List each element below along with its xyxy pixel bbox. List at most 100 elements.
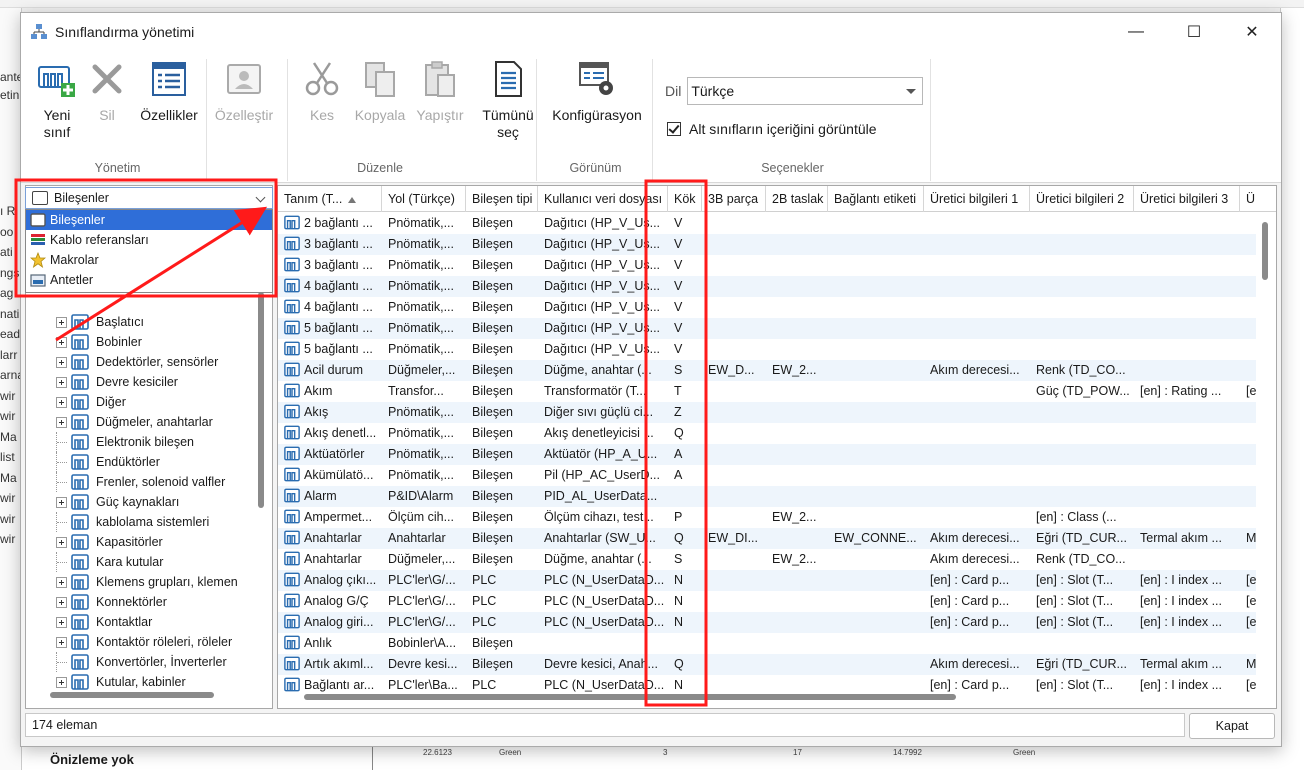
table-row[interactable]: 3 bağlantı ... Pnömatik,... Bileşen Dağıtıc… [278, 234, 1256, 255]
table-row[interactable]: Ampermet... Ölçüm cih... Bileşen Ölçüm ciha… [278, 507, 1256, 528]
table-row[interactable]: 5 bağlantı ... Pnömatik,... Bileşen Dağıtıc… [278, 318, 1256, 339]
column-header[interactable]: Bağlantı etiketi [828, 186, 924, 212]
table-cell-text: Pnömatik,... [388, 405, 454, 419]
tree-item[interactable]: Frenler, solenoid valfler [56, 472, 225, 492]
tree-item[interactable]: Kontaktör röleleri, röleler [56, 632, 232, 652]
grid-horizontal-scrollbar[interactable] [304, 694, 956, 700]
tree-item[interactable]: Konvertörler, İnverterler [56, 652, 227, 672]
expand-icon[interactable] [56, 616, 67, 628]
properties-button[interactable]: Özellikler [133, 59, 205, 124]
column-header[interactable]: Üretici bilgileri 3 [1134, 186, 1240, 212]
delete-button[interactable]: Sil [85, 59, 129, 124]
table-row[interactable]: Aktüatörler Pnömatik,... Bileşen Aktüatör (… [278, 444, 1256, 465]
table-cell-text: Anlık [304, 636, 332, 650]
table-row[interactable]: Alarm P&ID\Alarm Bileşen PID_AL_UserData... [278, 486, 1256, 507]
copy-button[interactable]: Kopyala [352, 59, 408, 124]
column-header[interactable]: Yol (Türkçe) [382, 186, 466, 212]
tree-item[interactable]: kablolama sistemleri [56, 512, 209, 532]
expand-icon[interactable] [56, 636, 67, 648]
tree-horizontal-scrollbar[interactable] [50, 692, 214, 698]
expand-icon[interactable] [56, 376, 67, 388]
column-header[interactable]: Kök [668, 186, 702, 212]
minimize-button[interactable]: — [1107, 13, 1165, 51]
grid-vertical-scroll-track [1256, 212, 1276, 682]
column-header[interactable]: Kullanıcı veri dosyası [538, 186, 668, 212]
table-row[interactable]: 3 bağlantı ... Pnömatik,... Bileşen Dağıtıc… [278, 255, 1256, 276]
expand-icon[interactable] [56, 596, 67, 608]
column-header[interactable]: 3B parça [702, 186, 766, 212]
table-row[interactable]: Anlık Bobinler\A... Bileşen [278, 633, 1256, 654]
expand-icon[interactable] [56, 536, 67, 548]
column-header[interactable]: Üretici bilgileri 1 [924, 186, 1030, 212]
tree-item[interactable]: Endüktörler [56, 452, 160, 472]
tree-item[interactable]: Başlatıcı [56, 312, 144, 332]
cut-button[interactable]: Kes [294, 59, 350, 124]
category-combo[interactable]: Bileşenler [25, 187, 273, 209]
expand-icon[interactable] [56, 496, 67, 508]
tree-item[interactable]: Kontaktlar [56, 612, 152, 632]
table-row[interactable]: Akümülatö... Pnömatik,... Bileşen Pil (HP_A… [278, 465, 1256, 486]
table-cell-text: Renk (TD_CO... [1036, 552, 1126, 566]
customize-button[interactable]: Özelleştir [211, 59, 277, 124]
maximize-button[interactable]: ☐ [1165, 13, 1223, 51]
table-row[interactable]: Anahtarlar Düğmeler,... Bileşen Düğme, anah… [278, 549, 1256, 570]
expand-icon[interactable] [56, 396, 67, 408]
tree-item[interactable]: Konnektörler [56, 592, 167, 612]
tree-item[interactable]: Kapasitörler [56, 532, 163, 552]
expand-icon[interactable] [56, 356, 67, 368]
tree-item[interactable]: Dedektörler, sensörler [56, 352, 218, 372]
table-row[interactable]: Acil durum Düğmeler,... Bileşen Düğme, anah… [278, 360, 1256, 381]
configuration-button[interactable]: Konfigürasyon [545, 59, 649, 124]
column-header[interactable]: Üretici bilgileri 2 [1030, 186, 1134, 212]
table-cell-text: Eğri (TD_CUR... [1036, 531, 1127, 545]
table-row[interactable]: 5 bağlantı ... Pnömatik,... Bileşen Dağıtıc… [278, 339, 1256, 360]
table-row[interactable]: 4 bağlantı ... Pnömatik,... Bileşen Dağıtıc… [278, 297, 1256, 318]
table-row[interactable]: Anahtarlar Anahtarlar Bileşen Anahtarlar (S… [278, 528, 1256, 549]
tree-item[interactable]: Kara kutular [56, 552, 163, 572]
table-cell: [en] : Slot (T... [1030, 675, 1134, 696]
table-cell-text: PLC [472, 573, 497, 587]
expand-icon[interactable] [56, 676, 67, 688]
tree-item[interactable]: Güç kaynakları [56, 492, 179, 512]
close-window-button[interactable]: ✕ [1223, 13, 1281, 51]
table-row[interactable]: Akış denetl... Pnömatik,... Bileşen Akış de… [278, 423, 1256, 444]
table-row[interactable]: Bağlantı ar... PLC'ler\Ba... PLC PLC (N_Use… [278, 675, 1256, 696]
table-cell: V [668, 213, 702, 234]
subclasses-row[interactable]: Alt sınıfların içeriğini görüntüle [667, 121, 877, 137]
grid-vertical-scrollbar[interactable] [1262, 222, 1268, 280]
select-all-button[interactable]: Tümünü seç [480, 59, 536, 141]
tree-item[interactable]: Kutular, kabinler [56, 672, 186, 692]
dropdown-option[interactable]: Antetler [26, 270, 272, 290]
tree-item[interactable]: Düğmeler, anahtarlar [56, 412, 213, 432]
close-dialog-button[interactable]: Kapat [1189, 713, 1275, 739]
dropdown-option[interactable]: Makrolar [26, 250, 272, 270]
paste-button[interactable]: Yapıştır [412, 59, 468, 124]
table-row[interactable]: Akış Pnömatik,... Bileşen Diğer sıvı güçlü … [278, 402, 1256, 423]
tree-item[interactable]: Elektronik bileşen [56, 432, 194, 452]
table-row[interactable]: 4 bağlantı ... Pnömatik,... Bileşen Dağıtıc… [278, 276, 1256, 297]
subclasses-checkbox[interactable] [667, 122, 681, 136]
table-row[interactable]: Analog çıkı... PLC'ler\G/... PLC PLC (N_Use… [278, 570, 1256, 591]
expand-icon[interactable] [56, 576, 67, 588]
table-row[interactable]: Analog giri... PLC'ler\G/... PLC PLC (N_Use… [278, 612, 1256, 633]
column-header[interactable]: Tanım (T... [278, 186, 382, 212]
column-header[interactable]: Ü [1240, 186, 1276, 212]
tree-vertical-scrollbar[interactable] [258, 292, 264, 508]
table-row[interactable]: Analog G/Ç PLC'ler\G/... PLC PLC (N_UserDat… [278, 591, 1256, 612]
column-header[interactable]: 2B taslak [766, 186, 828, 212]
tree-item[interactable]: Klemens grupları, klemen [56, 572, 238, 592]
new-class-button[interactable]: Yeni sınıf [33, 59, 81, 141]
dropdown-option[interactable]: Kablo referansları [26, 230, 272, 250]
tree-item[interactable]: Devre kesiciler [56, 372, 178, 392]
table-row[interactable]: 2 bağlantı ... Pnömatik,... Bileşen Dağıtıc… [278, 213, 1256, 234]
dropdown-option[interactable]: Bileşenler [26, 210, 272, 230]
table-row[interactable]: Akım Transfor... Bileşen Transformatör (T..… [278, 381, 1256, 402]
expand-icon[interactable] [56, 316, 67, 328]
table-row[interactable]: Artık akıml... Devre kesi... Bileşen Devre … [278, 654, 1256, 675]
expand-icon[interactable] [56, 416, 67, 428]
expand-icon[interactable] [56, 336, 67, 348]
language-select[interactable]: Türkçe [687, 77, 924, 105]
tree-item[interactable]: Diğer [56, 392, 126, 412]
column-header[interactable]: Bileşen tipi [466, 186, 538, 212]
tree-item[interactable]: Bobinler [56, 332, 142, 352]
